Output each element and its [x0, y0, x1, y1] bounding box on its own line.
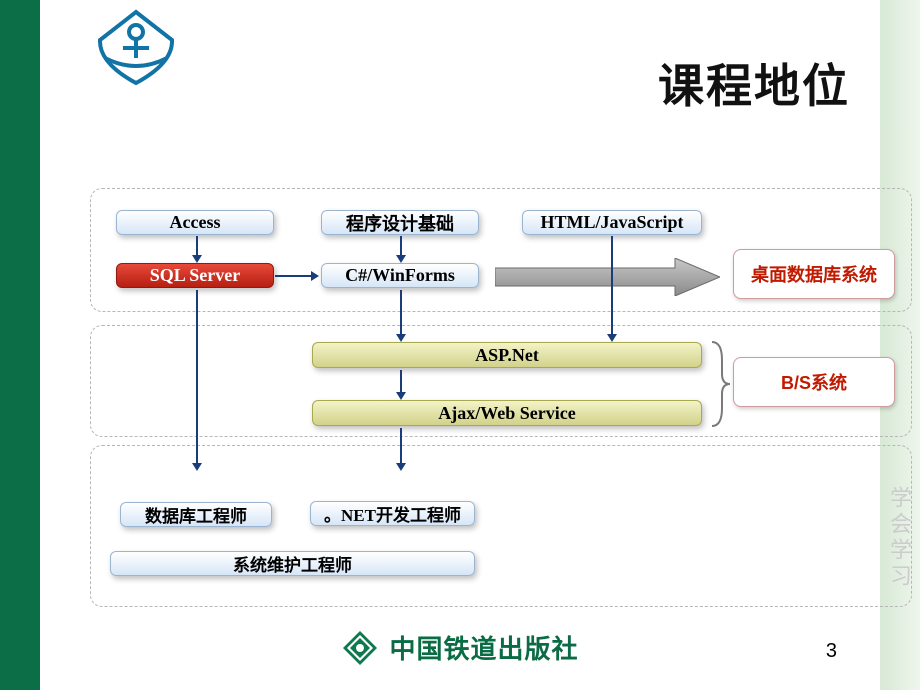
arrow-head-icon [396, 255, 406, 263]
node-htmljs: HTML/JavaScript [522, 210, 702, 235]
node-csharp: C#/WinForms [321, 263, 479, 288]
arrow-csharp-asp [400, 290, 402, 336]
node-desktop-db: 桌面数据库系统 [733, 249, 895, 299]
node-ajax: Ajax/Web Service [312, 400, 702, 426]
arrow-sql-down [196, 290, 198, 465]
node-net-dev: 。NET开发工程师 [310, 501, 475, 526]
big-arrow-icon [495, 258, 720, 296]
left-rail [0, 0, 40, 690]
arrow-ajax-down [400, 428, 402, 465]
node-aspnet: ASP.Net [312, 342, 702, 368]
arrow-head-icon [396, 392, 406, 400]
arrow-access-sql [196, 236, 198, 257]
arrow-sql-csharp [275, 275, 313, 277]
arrow-head-icon [607, 334, 617, 342]
publisher-name: 中国铁道出版社 [389, 629, 578, 666]
slide: 课程地位 Access SQL Server 程序设计基础 C#/WinForm… [0, 0, 920, 690]
node-access: Access [116, 210, 274, 235]
node-prog-basics: 程序设计基础 [321, 210, 479, 235]
node-bs: B/S系统 [733, 357, 895, 407]
brace-icon [710, 340, 732, 428]
arrow-head-icon [396, 463, 406, 471]
railway-logo-icon [95, 8, 177, 86]
content-area: 课程地位 Access SQL Server 程序设计基础 C#/WinForm… [40, 0, 880, 690]
arrow-head-icon [192, 463, 202, 471]
arrow-head-icon [311, 271, 319, 281]
watermark: 学会学习 [883, 486, 915, 590]
arrow-html-asp [611, 236, 613, 336]
arrow-asp-ajax [400, 370, 402, 394]
node-sqlserver: SQL Server [116, 263, 274, 288]
arrow-head-icon [192, 255, 202, 263]
arrow-prog-csharp [400, 236, 402, 257]
node-sysops: 系统维护工程师 [110, 551, 475, 576]
publisher-logo-icon [341, 629, 379, 667]
arrow-head-icon [396, 334, 406, 342]
node-db-engineer: 数据库工程师 [120, 502, 272, 527]
footer: 中国铁道出版社 [40, 620, 880, 675]
slide-title: 课程地位 [658, 50, 850, 116]
